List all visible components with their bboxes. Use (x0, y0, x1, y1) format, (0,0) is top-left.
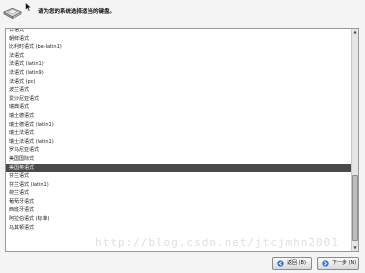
keyboard-list-item[interactable]: 瑞士法语式 (latin1) (6, 138, 352, 147)
scroll-up-arrow-icon[interactable]: ▲ (352, 29, 358, 35)
keyboard-list-item[interactable]: 爱沙尼亚语式 (6, 95, 352, 104)
keyboard-list[interactable]: 日语式 朝鲜语式 比利时语式 (be-latin1) 法语式 法语式 (latin1) 法… (5, 28, 359, 252)
keyboard-list-item[interactable]: 葡萄牙语式 (6, 198, 352, 207)
keyboard-list-item[interactable]: 朝鲜语式 (6, 35, 352, 44)
keyboard-list-item[interactable]: 法语式 (latin9) (6, 69, 352, 78)
keyboard-list-item[interactable]: 芬兰语式 (6, 172, 352, 181)
keyboard-list-item[interactable]: 法语式 (pc) (6, 78, 352, 87)
keyboard-list-item[interactable]: 西班牙语式 (6, 206, 352, 215)
keyboard-list-item[interactable]: 法语式 (6, 52, 352, 61)
next-button[interactable]: 下一步 (N) (317, 257, 359, 270)
scrollbar-thumb[interactable] (352, 175, 358, 241)
keyboard-list-item[interactable]: 芬兰语式 (latin1) (6, 181, 352, 190)
list-scrollbar[interactable]: ▲ ▼ (351, 29, 358, 251)
keyboard-list-item[interactable]: 瑞士德语式 (6, 112, 352, 121)
keyboard-list-item[interactable]: 瑞士德语式 (latin1) (6, 121, 352, 130)
keyboard-list-items: 日语式 朝鲜语式 比利时语式 (be-latin1) 法语式 法语式 (latin1) 法… (6, 29, 352, 233)
back-button[interactable]: 返回 (B) (272, 257, 312, 270)
next-arrow-icon (322, 260, 329, 267)
header: 请为您的系统选择适当的键盘。 (0, 0, 365, 28)
keyboard-list-item[interactable]: 波兰语式 (6, 86, 352, 95)
watermark: http://blog.csdn.net/jtcjmhn2001 (95, 236, 339, 249)
keyboard-list-item[interactable]: 马其顿语式 (6, 224, 352, 233)
keyboard-list-item[interactable]: 日语式 (6, 29, 352, 35)
next-button-label: 下一步 (N) (332, 260, 357, 266)
scroll-down-arrow-icon[interactable]: ▼ (352, 245, 358, 251)
keyboard-list-item[interactable]: 法语式 (latin1) (6, 60, 352, 69)
keyboard-list-item[interactable]: 比利时语式 (be-latin1) (6, 43, 352, 52)
keyboard-list-item[interactable]: 荷兰语式 (6, 189, 352, 198)
back-button-label: 返回 (B) (287, 260, 306, 266)
page-prompt: 请为您的系统选择适当的键盘。 (38, 9, 116, 15)
keyboard-list-item[interactable]: 阿拉伯语式 (标准) (6, 215, 352, 224)
keyboard-list-item[interactable]: 瑞典语式 (6, 103, 352, 112)
keyboard-icon (3, 7, 22, 20)
keyboard-list-item[interactable]: 罗马尼亚语式 (6, 146, 352, 155)
keyboard-list-item[interactable]: 美国国际式 (6, 155, 352, 164)
keyboard-list-item[interactable]: 瑞士法语式 (6, 129, 352, 138)
mouse-cursor-icon (25, 2, 32, 12)
back-arrow-icon (277, 260, 284, 267)
keyboard-list-item[interactable]: 美国英语式 (6, 163, 352, 173)
